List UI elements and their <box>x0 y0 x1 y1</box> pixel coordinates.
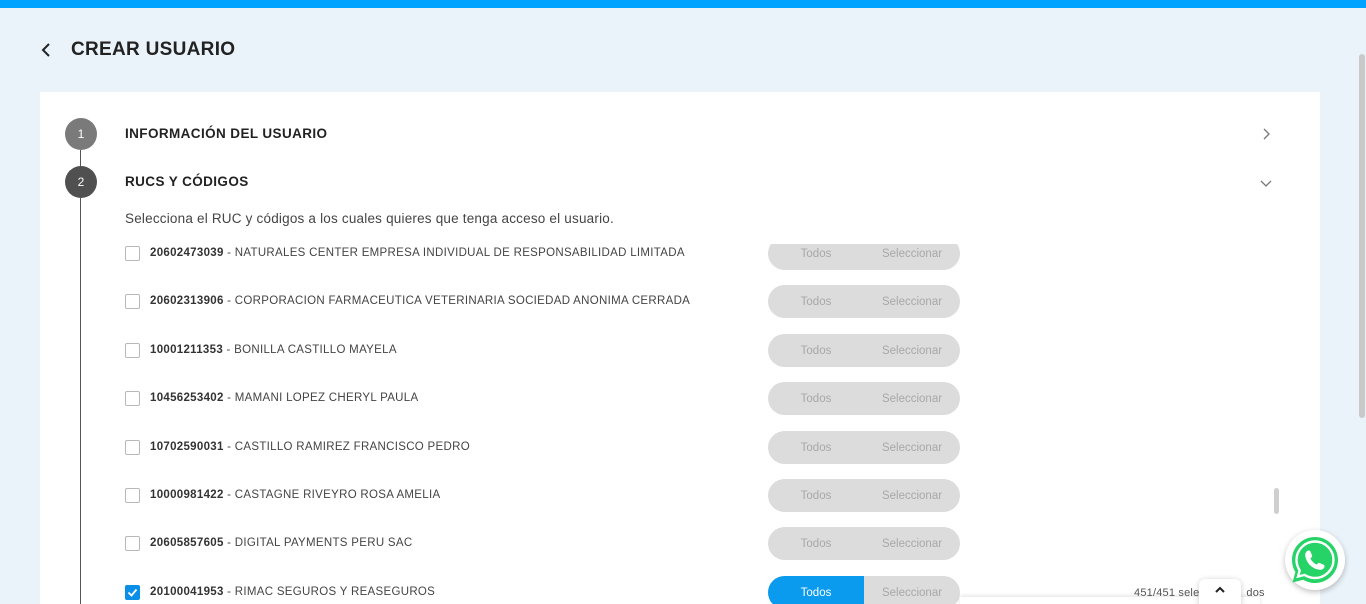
step-1-title[interactable]: INFORMACIÓN DEL USUARIO <box>125 126 327 141</box>
ruc-number: 10001211353 <box>150 344 224 356</box>
toggle-option-seleccionar[interactable]: Seleccionar <box>864 479 960 512</box>
check-icon <box>127 588 138 597</box>
ruc-checkbox[interactable] <box>125 343 140 358</box>
ruc-checkbox[interactable] <box>125 488 140 503</box>
toggle-option-seleccionar[interactable]: Seleccionar <box>864 244 960 270</box>
step-2-indicator: 2 <box>65 166 97 198</box>
ruc-label: 10702590031 - CASTILLO RAMIREZ FRANCISCO… <box>150 441 470 453</box>
access-mode-toggle[interactable]: Todos Seleccionar <box>768 527 960 560</box>
selected-count-tail: dos <box>1246 587 1265 599</box>
toggle-option-todos[interactable]: Todos <box>768 431 864 464</box>
access-mode-toggle[interactable]: Todos Seleccionar <box>768 479 960 512</box>
ruc-label: 20602473039 - NATURALES CENTER EMPRESA I… <box>150 247 685 259</box>
ruc-checkbox[interactable] <box>125 440 140 455</box>
ruc-row: 10001211353 - BONILLA CASTILLO MAYELA Tod… <box>80 334 1280 367</box>
ruc-number: 20602473039 <box>150 247 224 259</box>
ruc-company-name: - CASTILLO RAMIREZ FRANCISCO PEDRO <box>223 441 470 453</box>
access-mode-toggle[interactable]: Todos Seleccionar <box>768 576 960 604</box>
ruc-checkbox[interactable] <box>125 585 140 600</box>
page-header: CREAR USUARIO <box>40 38 235 62</box>
ruc-number: 10702590031 <box>150 441 224 453</box>
toggle-option-seleccionar[interactable]: Seleccionar <box>864 285 960 318</box>
toggle-option-todos[interactable]: Todos <box>768 479 864 512</box>
ruc-number: 10456253402 <box>150 392 224 404</box>
form-card: 1 2 INFORMACIÓN DEL USUARIO RUCS Y CÓDIG… <box>40 92 1320 604</box>
toggle-option-seleccionar[interactable]: Seleccionar <box>864 527 960 560</box>
toggle-option-seleccionar[interactable]: Seleccionar <box>864 576 960 604</box>
ruc-row: 10000981422 - CASTAGNE RIVEYRO ROSA AMEL… <box>80 479 1280 512</box>
chevron-right-icon[interactable] <box>1258 126 1274 142</box>
whatsapp-icon <box>1292 537 1338 583</box>
toggle-option-seleccionar[interactable]: Seleccionar <box>864 382 960 415</box>
ruc-checkbox[interactable] <box>125 391 140 406</box>
ruc-row: 10456253402 - MAMANI LOPEZ CHERYL PAULA T… <box>80 382 1280 415</box>
ruc-company-name: - BONILLA CASTILLO MAYELA <box>223 344 397 356</box>
ruc-company-name: - RIMAC SEGUROS Y REASEGUROS <box>223 586 436 598</box>
chevron-down-icon[interactable] <box>1258 175 1274 191</box>
ruc-number: 20605857605 <box>150 537 224 549</box>
ruc-list[interactable]: 20602473039 - NATURALES CENTER EMPRESA I… <box>80 244 1280 604</box>
toggle-option-seleccionar[interactable]: Seleccionar <box>864 334 960 367</box>
ruc-label: 20602313906 - CORPORACION FARMACEUTICA V… <box>150 295 690 307</box>
ruc-label: 10456253402 - MAMANI LOPEZ CHERYL PAULA <box>150 392 418 404</box>
ruc-company-name: - NATURALES CENTER EMPRESA INDIVIDUAL DE… <box>223 247 685 259</box>
ruc-company-name: - MAMANI LOPEZ CHERYL PAULA <box>223 392 419 404</box>
whatsapp-button[interactable] <box>1285 530 1345 590</box>
ruc-row: 20605857605 - DIGITAL PAYMENTS PERU SAC T… <box>80 527 1280 560</box>
toggle-option-todos[interactable]: Todos <box>768 285 864 318</box>
ruc-number: 20100041953 <box>150 586 224 598</box>
toggle-option-todos[interactable]: Todos <box>768 382 864 415</box>
step-connector <box>80 150 81 166</box>
toggle-option-todos[interactable]: Todos <box>768 576 864 604</box>
list-scrollbar[interactable] <box>1274 488 1279 514</box>
ruc-checkbox[interactable] <box>125 246 140 261</box>
access-mode-toggle[interactable]: Todos Seleccionar <box>768 382 960 415</box>
ruc-row: 20602473039 - NATURALES CENTER EMPRESA I… <box>80 244 1280 270</box>
chevron-left-icon <box>41 43 50 57</box>
selected-count-text: 451/451 sele <box>1134 587 1200 599</box>
ruc-label: 20605857605 - DIGITAL PAYMENTS PERU SAC <box>150 537 412 549</box>
access-mode-toggle[interactable]: Todos Seleccionar <box>768 431 960 464</box>
toggle-option-seleccionar[interactable]: Seleccionar <box>864 431 960 464</box>
toggle-option-todos[interactable]: Todos <box>768 527 864 560</box>
ruc-row: 10702590031 - CASTILLO RAMIREZ FRANCISCO… <box>80 431 1280 464</box>
access-mode-toggle[interactable]: Todos Seleccionar <box>768 244 960 270</box>
page-scrollbar[interactable] <box>1359 54 1365 418</box>
back-button[interactable] <box>40 38 58 62</box>
collapse-up-button[interactable] <box>1199 579 1241 604</box>
step-1-indicator: 1 <box>65 118 97 150</box>
ruc-row: 20602313906 - CORPORACION FARMACEUTICA V… <box>80 285 1280 318</box>
ruc-label: 20100041953 - RIMAC SEGUROS Y REASEGUROS <box>150 586 435 598</box>
ruc-label: 10001211353 - BONILLA CASTILLO MAYELA <box>150 344 397 356</box>
ruc-company-name: - DIGITAL PAYMENTS PERU SAC <box>223 537 413 549</box>
ruc-checkbox[interactable] <box>125 536 140 551</box>
top-accent-bar <box>0 0 1366 8</box>
ruc-company-name: - CORPORACION FARMACEUTICA VETERINARIA S… <box>223 295 691 307</box>
ruc-checkbox[interactable] <box>125 294 140 309</box>
section-description: Selecciona el RUC y códigos a los cuales… <box>125 211 614 226</box>
ruc-company-name: - CASTAGNE RIVEYRO ROSA AMELIA <box>223 489 441 501</box>
page-title: CREAR USUARIO <box>71 39 236 60</box>
toggle-option-todos[interactable]: Todos <box>768 244 864 270</box>
ruc-number: 20602313906 <box>150 295 224 307</box>
step-2-title[interactable]: RUCS Y CÓDIGOS <box>125 174 249 189</box>
access-mode-toggle[interactable]: Todos Seleccionar <box>768 285 960 318</box>
toggle-option-todos[interactable]: Todos <box>768 334 864 367</box>
ruc-number: 10000981422 <box>150 489 224 501</box>
access-mode-toggle[interactable]: Todos Seleccionar <box>768 334 960 367</box>
ruc-label: 10000981422 - CASTAGNE RIVEYRO ROSA AMEL… <box>150 489 440 501</box>
chevron-up-icon <box>1215 586 1225 593</box>
